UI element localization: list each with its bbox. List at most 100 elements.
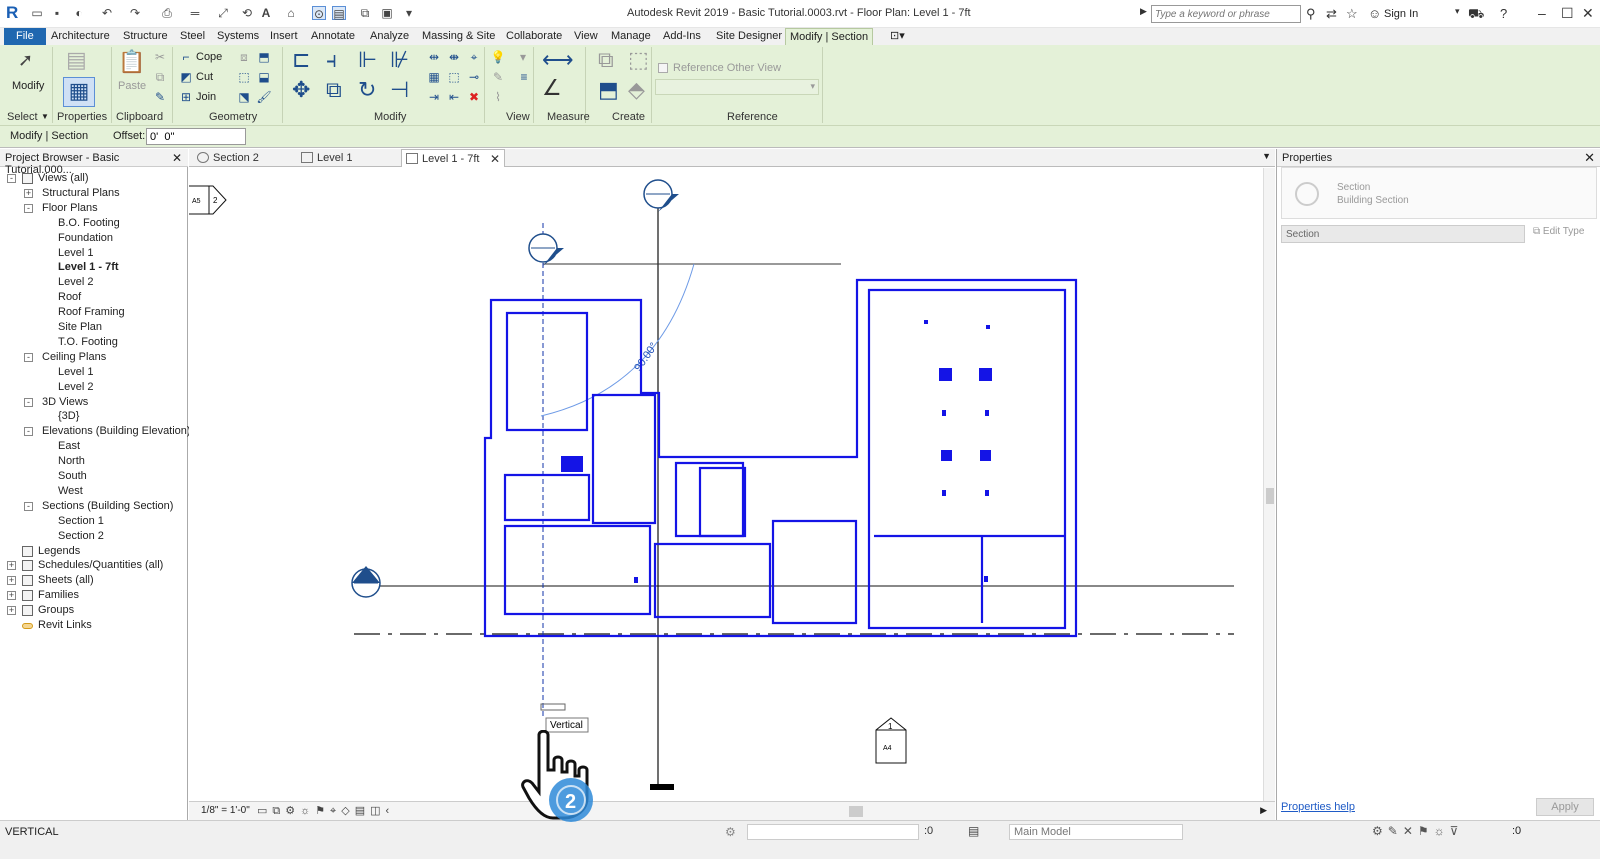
- tree-node-level-2[interactable]: Level 2: [58, 275, 93, 290]
- 3d-icon[interactable]: ⌂: [284, 6, 298, 20]
- move-icon[interactable]: ✥: [292, 77, 310, 103]
- cart-icon[interactable]: ⛟: [1468, 6, 1484, 24]
- user-icon[interactable]: ☺: [1368, 6, 1381, 21]
- tree-node-west[interactable]: West: [58, 484, 83, 499]
- thin-line-toggle-icon[interactable]: ▤: [332, 6, 346, 21]
- tab-annotate[interactable]: Annotate: [307, 28, 359, 45]
- tab-modify-section[interactable]: Modify | Section: [785, 28, 874, 45]
- type-selector[interactable]: Section Building Section: [1281, 167, 1597, 219]
- measure-icon[interactable]: ⤢: [216, 6, 230, 20]
- tree-node-north[interactable]: North: [58, 454, 85, 469]
- ribbon-options-icon[interactable]: ⊡▾: [886, 28, 909, 45]
- tab-structure[interactable]: Structure: [119, 28, 172, 45]
- modify-button-label[interactable]: Modify: [12, 80, 44, 92]
- maximize-icon[interactable]: ☐: [1561, 5, 1574, 22]
- delete-icon[interactable]: ✖: [466, 90, 482, 104]
- tab-massing-site[interactable]: Massing & Site: [418, 28, 499, 45]
- exchange-icon[interactable]: ⇄: [1326, 6, 1337, 22]
- vertical-scrollbar[interactable]: [1263, 168, 1275, 813]
- create-similar-icon[interactable]: ⬒: [598, 77, 619, 103]
- expand-icon[interactable]: +: [7, 591, 16, 601]
- horizontal-scroll-thumb[interactable]: [849, 806, 863, 817]
- trim-extend-icon[interactable]: ⇥: [426, 90, 442, 104]
- star-icon[interactable]: ☆: [1346, 6, 1358, 22]
- view-tab-level-1[interactable]: Level 1: [297, 149, 401, 167]
- tab-steel[interactable]: Steel: [176, 28, 209, 45]
- reference-other-view-checkbox[interactable]: [658, 63, 668, 73]
- tree-node-level-1[interactable]: Level 1: [58, 365, 93, 380]
- drawing-canvas[interactable]: 90.00° A5 2 1 A4 Vertical: [189, 168, 1263, 801]
- tree-node-3d[interactable]: {3D}: [58, 409, 79, 424]
- workset-dropdown[interactable]: [747, 824, 919, 840]
- mirror-draw-icon[interactable]: ⊮: [390, 47, 409, 73]
- redo-icon[interactable]: ↷: [128, 6, 142, 20]
- section-head-top[interactable]: [643, 179, 679, 212]
- reference-view-dropdown[interactable]: ▾: [655, 79, 819, 95]
- tab-analyze[interactable]: Analyze: [366, 28, 413, 45]
- tree-node-structural-plans[interactable]: Structural Plans: [42, 186, 120, 201]
- expand-icon[interactable]: +: [7, 576, 16, 586]
- array-icon[interactable]: ▦: [426, 70, 442, 84]
- close-hidden-icon[interactable]: ⧉: [358, 6, 372, 20]
- view-scale[interactable]: 1/8" = 1'-0": [201, 805, 250, 816]
- scroll-thumb[interactable]: [1266, 488, 1274, 504]
- scroll-right-icon[interactable]: ▶: [1260, 805, 1267, 816]
- properties-icon[interactable]: ▦: [63, 77, 95, 107]
- cope-label[interactable]: Cope: [196, 51, 222, 63]
- view-control-icons[interactable]: ▭⧉⚙☼⚑⌖◇▤◫‹: [257, 804, 394, 818]
- mirror-axis-icon[interactable]: ⊩: [358, 47, 377, 73]
- tree-node-level-2[interactable]: Level 2: [58, 380, 93, 395]
- chevron-right-icon[interactable]: ▶: [1140, 6, 1147, 17]
- sync-icon[interactable]: ◐: [72, 6, 86, 20]
- tree-node-sections-building-section[interactable]: Sections (Building Section): [42, 499, 173, 514]
- tree-node-east[interactable]: East: [58, 439, 80, 454]
- cope-icon[interactable]: ⌐: [178, 50, 194, 64]
- tab-file[interactable]: File: [4, 28, 46, 45]
- tree-node-section-2[interactable]: Section 2: [58, 529, 104, 544]
- tree-node-roof-framing[interactable]: Roof Framing: [58, 305, 125, 320]
- close-icon[interactable]: ✕: [1584, 150, 1595, 166]
- properties-help-link[interactable]: Properties help: [1281, 801, 1355, 813]
- rotate-icon[interactable]: ↻: [358, 77, 376, 103]
- selection-filter-icons[interactable]: ⚙✎✕⚑☼⊽: [1372, 824, 1463, 838]
- copy-element-icon[interactable]: ⧉: [326, 77, 342, 103]
- tab-menu-icon[interactable]: ▼: [1262, 151, 1271, 161]
- tree-node-elevations-building-elevation[interactable]: Elevations (Building Elevation): [42, 424, 191, 439]
- chevron-down-icon[interactable]: ▾: [1455, 6, 1460, 17]
- thin-lines-icon[interactable]: ═: [188, 6, 202, 20]
- sign-in-link[interactable]: Sign In: [1384, 8, 1418, 20]
- tree-node-level-1[interactable]: Level 1: [58, 246, 93, 261]
- elevation-tag[interactable]: A5 2: [189, 185, 227, 215]
- split-icon[interactable]: ⇹: [426, 50, 442, 64]
- tree-node-south[interactable]: South: [58, 469, 87, 484]
- tree-node-level-1-7ft[interactable]: Level 1 - 7ft: [58, 260, 119, 275]
- print-icon[interactable]: ⎙: [160, 6, 174, 20]
- pin-icon[interactable]: ⊸: [466, 70, 482, 84]
- section-icon[interactable]: ⊙: [312, 6, 326, 21]
- collapse-icon[interactable]: -: [7, 174, 16, 183]
- workset-icon[interactable]: ⚙: [725, 825, 736, 839]
- tree-node-groups[interactable]: Groups: [38, 603, 74, 618]
- geom-icon-2[interactable]: ⬒: [256, 50, 272, 64]
- tree-node-floor-plans[interactable]: Floor Plans: [42, 201, 98, 216]
- panel-select-label[interactable]: Select: [7, 111, 38, 123]
- tree-node-sheets-all[interactable]: Sheets (all): [38, 573, 94, 588]
- unpin-icon[interactable]: ⌖: [466, 50, 482, 64]
- text-icon[interactable]: A: [259, 6, 273, 20]
- tree-node-revit-links[interactable]: Revit Links: [38, 618, 92, 633]
- tab-view[interactable]: View: [570, 28, 602, 45]
- close-icon[interactable]: ✕: [172, 151, 182, 165]
- tab-systems[interactable]: Systems: [213, 28, 263, 45]
- tab-add-ins[interactable]: Add-Ins: [659, 28, 705, 45]
- collapse-icon[interactable]: -: [24, 427, 33, 437]
- tree-node-b-o-footing[interactable]: B.O. Footing: [58, 216, 120, 231]
- save-icon[interactable]: ▪: [50, 6, 64, 20]
- tree-node-ceiling-plans[interactable]: Ceiling Plans: [42, 350, 106, 365]
- revit-logo-icon[interactable]: R: [6, 3, 24, 23]
- tree-node-section-1[interactable]: Section 1: [58, 514, 104, 529]
- offset-icon[interactable]: ⫞: [326, 47, 337, 73]
- help-icon[interactable]: ?: [1500, 6, 1507, 21]
- tree-node-legends[interactable]: Legends: [38, 544, 80, 559]
- design-options-icon[interactable]: ▤: [968, 824, 979, 838]
- view-icon-2[interactable]: ≡: [516, 70, 532, 84]
